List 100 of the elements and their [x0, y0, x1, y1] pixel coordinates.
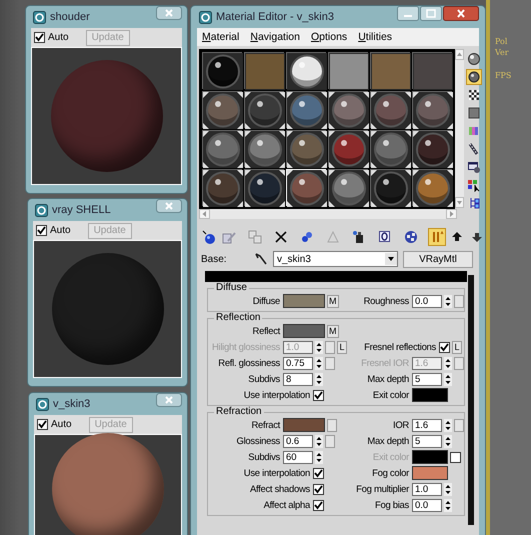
spinner-arrows[interactable] [444, 356, 452, 370]
sample-slot[interactable] [328, 169, 368, 206]
spinner-arrows[interactable] [444, 434, 452, 448]
sample-slot[interactable] [412, 130, 452, 167]
parameter-label: Hilight glossiness [211, 342, 280, 352]
ball-icon[interactable] [200, 228, 218, 246]
window-icon[interactable] [466, 159, 482, 175]
close-button[interactable] [443, 6, 479, 21]
parameter-label: Refl. glossiness [217, 358, 280, 368]
sample-slot[interactable] [244, 169, 284, 206]
color-swatch[interactable] [283, 294, 325, 308]
sample-slot[interactable] [286, 52, 326, 89]
spinner-arrows[interactable] [315, 434, 323, 448]
checkbox[interactable] [313, 484, 324, 494]
spinner-arrows[interactable] [315, 340, 323, 354]
spinner-field[interactable]: 0.6 [283, 434, 313, 448]
stat-label: Ver [495, 47, 510, 58]
color-swatch[interactable] [412, 388, 448, 402]
horizontal-scrollbar[interactable] [199, 209, 457, 219]
checkbox[interactable] [439, 342, 450, 352]
spinner-field[interactable]: 0.0 [412, 498, 442, 512]
window-title: shouder [50, 11, 91, 23]
vertical-scrollbar[interactable] [468, 275, 474, 525]
spinner-arrows[interactable] [315, 372, 323, 386]
checkbox[interactable] [34, 32, 45, 43]
parameter-label: Use interpolation [242, 390, 310, 400]
sample-slot[interactable] [370, 130, 410, 167]
sample-slot[interactable] [328, 91, 368, 128]
backlit-sphere-icon[interactable] [466, 69, 482, 85]
parameter-label: Exit color [372, 390, 409, 400]
spinner-field[interactable]: 5 [412, 434, 442, 448]
checkbox[interactable] [37, 419, 48, 430]
vertical-scrollbar[interactable] [455, 49, 464, 209]
sample-slot[interactable] [370, 169, 410, 206]
sphere-icon[interactable] [466, 51, 482, 67]
spinner-field[interactable]: 5 [412, 372, 442, 386]
menu-item[interactable]: Options [310, 31, 348, 43]
spinner-arrows[interactable] [444, 482, 452, 496]
spinner-field[interactable]: 60 [283, 450, 313, 464]
maximize-button[interactable] [420, 6, 442, 21]
color-swatch[interactable] [412, 466, 448, 480]
auto-label: Auto [50, 225, 71, 236]
lock-button[interactable]: L [452, 340, 462, 354]
parameter-label: Refract [250, 420, 280, 430]
base-label: Base: [201, 254, 228, 264]
spinner-arrows[interactable] [444, 294, 452, 308]
spinner-arrows[interactable] [444, 372, 452, 386]
spinner-field[interactable]: 8 [283, 372, 313, 386]
spinner-field[interactable]: 1.6 [412, 418, 442, 432]
material-type-button[interactable]: VRayMtl [403, 250, 473, 268]
map-button[interactable]: M [327, 294, 338, 308]
sample-slot[interactable] [412, 91, 452, 128]
app-icon [199, 10, 212, 24]
sample-slot[interactable] [202, 91, 242, 128]
sample-slot[interactable] [286, 130, 326, 167]
auto-label: Auto [48, 32, 69, 43]
sample-slot[interactable] [370, 91, 410, 128]
checkbox[interactable] [313, 468, 324, 478]
square-icon[interactable] [466, 105, 482, 121]
parameter-label: Glossiness [236, 436, 280, 446]
parameter-label: Reflect [252, 326, 280, 336]
window-title: v_skin3 [53, 398, 92, 410]
checkbox[interactable] [313, 390, 324, 400]
spinner-field[interactable]: 0.75 [283, 356, 313, 370]
parameter-label: Subdivs [247, 452, 280, 462]
sample-slot[interactable] [328, 130, 368, 167]
sample-slot[interactable] [202, 169, 242, 206]
sample-slot[interactable] [244, 91, 284, 128]
sample-slot[interactable] [286, 91, 326, 128]
spinner-arrows[interactable] [315, 356, 323, 370]
checkbox[interactable] [313, 500, 324, 510]
eyedropper-icon[interactable] [254, 252, 268, 266]
parameter-label: IOR [392, 420, 409, 430]
window-title: vray SHELL [52, 204, 112, 216]
color-swatch[interactable] [283, 324, 325, 338]
window-title: Material Editor - v_skin3 [216, 11, 335, 23]
sample-slot[interactable] [244, 130, 284, 167]
sample-slot[interactable] [202, 130, 242, 167]
app-icon [35, 204, 48, 216]
app-icon [36, 398, 49, 410]
color-swatch[interactable] [283, 418, 325, 432]
menu-item[interactable]: Navigation [250, 31, 300, 43]
checker-icon[interactable] [466, 87, 482, 103]
menu-item[interactable]: Material [202, 31, 240, 43]
checkbox[interactable] [36, 225, 47, 236]
parameter-label: Fog bias [374, 500, 409, 510]
map-button[interactable]: M [327, 324, 338, 338]
spinner-arrows[interactable] [444, 498, 452, 512]
parameter-label: Exit color [372, 452, 409, 462]
spinner-arrows[interactable] [315, 450, 323, 464]
minimize-button[interactable] [397, 6, 419, 21]
material-name-dropdown[interactable]: v_skin3 [273, 251, 398, 267]
stat-label: FPS [495, 70, 512, 81]
menu-item[interactable]: Utilities [358, 31, 392, 43]
spinner-arrows[interactable] [444, 418, 452, 432]
sample-slot[interactable] [412, 169, 452, 206]
spinner-field[interactable]: 0.0 [412, 294, 442, 308]
spinner-field[interactable]: 1.0 [412, 482, 442, 496]
objects-cursor-icon[interactable] [466, 177, 482, 193]
parameter-label: Roughness [362, 296, 409, 306]
